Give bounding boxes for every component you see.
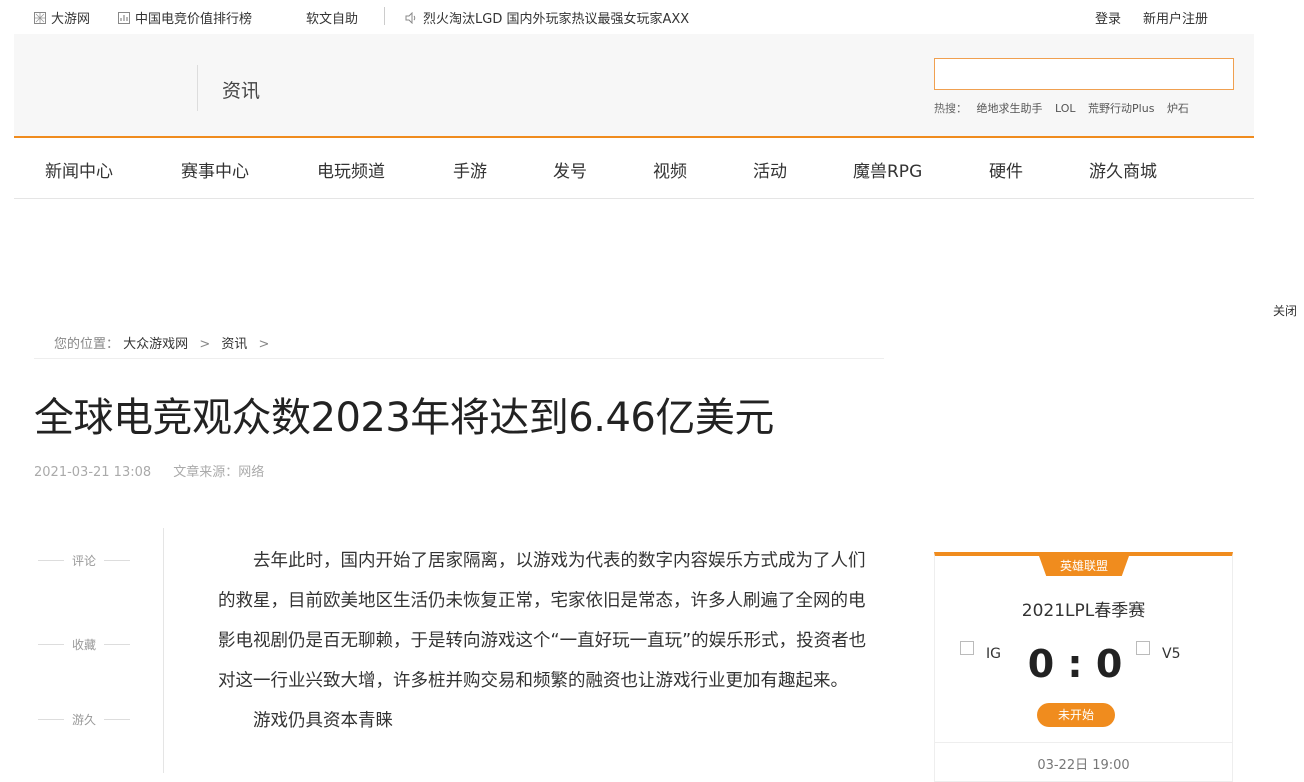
selfhelp-link[interactable]: 软文自助 — [306, 8, 358, 27]
match-time: 03-22日 19:00 — [1037, 758, 1130, 773]
breadcrumb-section[interactable]: 资讯 — [221, 337, 247, 352]
article-source: 文章来源：网络 — [173, 465, 265, 480]
breadcrumb-separator: > — [199, 337, 211, 352]
match-status-badge: 未开始 — [1037, 703, 1115, 727]
selfhelp-label: 软文自助 — [306, 12, 359, 27]
login-link[interactable]: 登录 — [1095, 8, 1121, 27]
article-meta: 2021-03-21 13:08 文章来源：网络 — [34, 461, 264, 480]
site-header: 资讯 热搜： 绝地求生助手 LOL 荒野行动Plus 炉石 — [14, 34, 1254, 138]
nav-item-video-games[interactable]: 电玩频道 — [317, 157, 385, 182]
close-ad-link[interactable]: 关闭 — [1273, 302, 1297, 319]
site-link[interactable]: 大游网 — [34, 8, 90, 27]
register-label: 新用户注册 — [1143, 12, 1209, 27]
article-subheading: 游戏仍具资本青睐 — [253, 711, 393, 731]
nav-item-warcraft-rpg[interactable]: 魔兽RPG — [853, 157, 922, 182]
youjiu-label: 游久 — [72, 713, 97, 727]
tool-line — [38, 644, 64, 645]
article-paragraph: 去年此时，国内开始了居家隔离，以游戏为代表的数字内容娱乐方式成为了人们的救星，目… — [218, 551, 867, 691]
tool-line — [104, 644, 131, 645]
grid-icon — [34, 11, 46, 24]
favorite-label: 收藏 — [72, 638, 97, 652]
breadcrumb-separator: > — [258, 337, 270, 352]
nav-item-codes[interactable]: 发号 — [553, 157, 587, 182]
article-title: 全球电竞观众数2023年将达到6.46亿美元 — [34, 395, 774, 441]
rank-label: 中国电竞价值排行榜 — [135, 12, 253, 27]
nav-item-activity[interactable]: 活动 — [753, 157, 787, 182]
tools-divider — [163, 528, 164, 773]
comment-button[interactable]: 评论 — [38, 552, 131, 569]
team-right-name: V5 — [1162, 646, 1181, 662]
team-right: V5 — [1136, 641, 1181, 662]
speaker-icon — [405, 11, 418, 24]
hot-term-link[interactable]: 炉石 — [1167, 102, 1189, 115]
favorite-button[interactable]: 收藏 — [38, 636, 131, 653]
headline-link[interactable]: 烈火淘汰LGD 国内外玩家热议最强女玩家AXX — [405, 8, 689, 27]
breadcrumb-label: 您的位置： — [54, 337, 120, 352]
register-link[interactable]: 新用户注册 — [1143, 8, 1208, 27]
topbar-divider — [384, 7, 385, 25]
rank-link[interactable]: 中国电竞价值排行榜 — [118, 8, 252, 27]
site-label: 大游网 — [51, 12, 91, 27]
hot-term-link[interactable]: 绝地求生助手 — [977, 102, 1043, 115]
nav-item-news[interactable]: 新闻中心 — [45, 157, 113, 182]
card-divider — [935, 742, 1232, 743]
game-tag: 英雄联盟 — [1039, 556, 1129, 576]
hot-term-link[interactable]: 荒野行动Plus — [1088, 102, 1154, 115]
search-input[interactable] — [934, 58, 1234, 90]
top-bar: 大游网 中国电竞价值排行榜 软文自助 烈火淘汰LGD 国内外玩家热议最强女玩家A… — [0, 0, 1304, 34]
breadcrumb: 您的位置： 大众游戏网 > 资讯 > — [54, 333, 276, 352]
breadcrumb-home[interactable]: 大众游戏网 — [123, 337, 188, 352]
tool-line — [104, 719, 131, 720]
youjiu-button[interactable]: 游久 — [38, 711, 131, 728]
publish-date: 2021-03-21 13:08 — [34, 465, 152, 480]
event-name: 2021LPL春季赛 — [1021, 601, 1146, 621]
headline-label: 烈火淘汰LGD 国内外玩家热议最强女玩家AXX — [423, 12, 690, 27]
bar-chart-icon — [118, 11, 130, 24]
article-body: 去年此时，国内开始了居家隔离，以游戏为代表的数字内容娱乐方式成为了人们的救星，目… — [218, 541, 878, 741]
nav-item-hardware[interactable]: 硬件 — [989, 157, 1023, 182]
hot-term-link[interactable]: LOL — [1055, 102, 1076, 115]
tool-line — [38, 560, 64, 561]
tool-line — [104, 560, 131, 561]
hot-search: 热搜： 绝地求生助手 LOL 荒野行动Plus 炉石 — [934, 100, 1198, 116]
match-card[interactable]: 英雄联盟 2021LPL春季赛 IG 0 : 0 V5 未开始 03-22日 1… — [934, 552, 1233, 782]
divider — [34, 358, 884, 359]
hot-search-label: 热搜： — [934, 102, 967, 115]
login-label: 登录 — [1095, 12, 1122, 27]
nav-item-mobile[interactable]: 手游 — [453, 157, 487, 182]
nav-item-shop[interactable]: 游久商城 — [1089, 157, 1157, 182]
nav-item-video[interactable]: 视频 — [653, 157, 687, 182]
nav-item-events[interactable]: 赛事中心 — [181, 157, 249, 182]
broken-image-icon — [1136, 641, 1150, 655]
header-divider — [197, 65, 198, 111]
comment-label: 评论 — [72, 554, 97, 568]
main-nav: 新闻中心 赛事中心 电玩频道 手游 发号 视频 活动 魔兽RPG 硬件 游久商城 — [14, 138, 1254, 199]
section-title: 资讯 — [222, 80, 261, 102]
tool-line — [38, 719, 64, 720]
